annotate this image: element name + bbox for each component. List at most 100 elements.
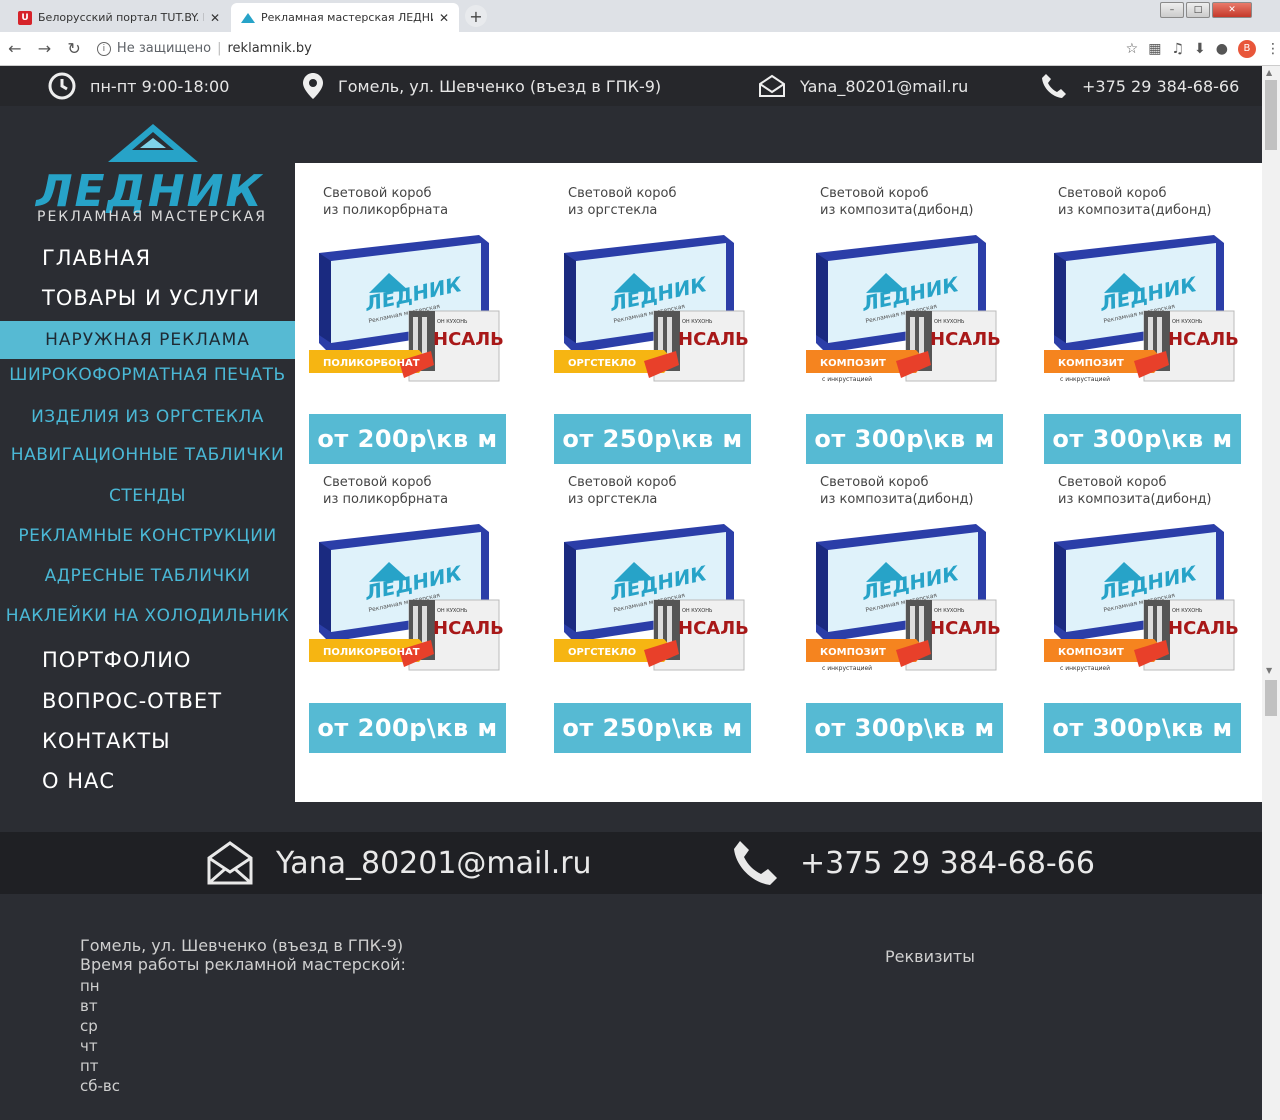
nav-item-11[interactable]: ВОПРОС-ОТВЕТ <box>0 689 295 713</box>
sidebar: ЛЕДНИК РЕКЛАМНАЯ МАСТЕРСКАЯ ГЛАВНАЯ ТОВАР… <box>0 106 295 832</box>
footer-day: пн <box>80 977 100 995</box>
price-button[interactable]: от 300р\кв м <box>806 703 1003 753</box>
nav-item-5[interactable]: НАВИГАЦИОННЫЕ ТАБЛИЧКИ <box>0 445 295 465</box>
requisites-link[interactable]: Реквизиты <box>885 947 975 966</box>
material-note-text: с инкрустацией <box>822 376 872 383</box>
nav-item-3[interactable]: ШИРОКОФОРМАТНАЯ ПЕЧАТЬ <box>0 365 295 385</box>
nav-item-2[interactable]: НАРУЖНАЯ РЕКЛАМА <box>0 321 295 359</box>
sign-big-text: НСАЛЬ <box>1168 618 1239 639</box>
lightbox-product-image: ЛЕДНИК Рекламная мастерская ОН КУХОНЬ НС… <box>309 524 504 671</box>
band-email-text[interactable]: Yana_80201@mail.ru <box>276 846 592 881</box>
material-tag-text: ПОЛИКОРБОНАТ <box>323 647 420 658</box>
material-tag-text: ПОЛИКОРБОНАТ <box>323 358 420 369</box>
footer-day: чт <box>80 1037 98 1055</box>
minimize-button[interactable]: – <box>1160 2 1184 18</box>
price-button[interactable]: от 250р\кв м <box>554 703 751 753</box>
phone-icon <box>1042 74 1066 98</box>
product-card[interactable]: Световой короб из поликорбрната ЛЕДНИК Р… <box>309 474 509 754</box>
footer-day: ср <box>80 1017 98 1035</box>
info-icon[interactable]: i <box>96 41 111 56</box>
price-button[interactable]: от 200р\кв м <box>309 703 506 753</box>
menu-icon[interactable]: ⋮ <box>1266 41 1280 57</box>
page-scrollbar[interactable]: ▲ ▼ <box>1262 66 1280 1120</box>
product-card[interactable]: Световой короб из композита(дибонд) ЛЕДН… <box>806 474 1006 754</box>
scroll-up-icon[interactable]: ▲ <box>1266 68 1272 77</box>
product-card[interactable]: Световой короб из оргстекла ЛЕДНИК Рекла… <box>554 474 754 754</box>
sign-big-text: НСАЛЬ <box>678 329 749 350</box>
material-tag-text: ОРГСТЕКЛО <box>568 358 636 369</box>
scrollbar-thumb-lower[interactable] <box>1265 680 1277 716</box>
adblock-icon[interactable]: ● <box>1216 41 1228 57</box>
browser-tab[interactable]: U Белорусский портал TUT.BY. Но ✕ <box>8 3 230 32</box>
product-card[interactable]: Световой короб из оргстекла ЛЕДНИК Рекла… <box>554 185 754 465</box>
profile-avatar[interactable]: B <box>1237 39 1256 58</box>
bookmark-star-icon[interactable]: ☆ <box>1126 41 1139 57</box>
close-window-button[interactable]: ✕ <box>1212 2 1252 18</box>
footer-day: пт <box>80 1057 99 1075</box>
nav-item-13[interactable]: О НАС <box>0 769 295 793</box>
price-button[interactable]: от 200р\кв м <box>309 414 506 464</box>
nav-item-10[interactable]: ПОРТФОЛИО <box>0 648 295 672</box>
sign-small-text: ОН КУХОНЬ <box>437 319 468 325</box>
band-phone-text[interactable]: +375 29 384-68-66 <box>800 846 1095 881</box>
scroll-down-icon[interactable]: ▼ <box>1266 666 1272 675</box>
product-caption-line: из композита(дибонд) <box>1058 492 1212 507</box>
phone-text[interactable]: +375 29 384-68-66 <box>1082 77 1239 96</box>
apps-icon[interactable]: ▦ <box>1148 41 1161 57</box>
price-button[interactable]: от 300р\кв м <box>806 414 1003 464</box>
maximize-button[interactable]: □ <box>1186 2 1210 18</box>
band-email[interactable]: Yana_80201@mail.ru <box>206 832 592 894</box>
forward-icon[interactable]: → <box>30 39 60 58</box>
footer: Гомель, ул. Шевченко (въезд в ГПК-9) Вре… <box>0 894 1262 1120</box>
close-tab-icon[interactable]: ✕ <box>210 11 220 25</box>
product-card[interactable]: Световой короб из поликорбрната ЛЕДНИК Р… <box>309 185 509 465</box>
nav-item-1[interactable]: ТОВАРЫ И УСЛУГИ <box>0 286 295 310</box>
price-button[interactable]: от 300р\кв м <box>1044 414 1241 464</box>
sign-big-text: НСАЛЬ <box>930 329 1001 350</box>
back-icon[interactable]: ← <box>0 39 30 58</box>
download-icon[interactable]: ⬇ <box>1194 41 1206 57</box>
phone-info[interactable]: +375 29 384-68-66 <box>1040 66 1239 106</box>
nav-item-4[interactable]: ИЗДЕЛИЯ ИЗ ОРГСТЕКЛА <box>0 407 295 427</box>
sign-big-text: НСАЛЬ <box>678 618 749 639</box>
address-bar[interactable]: i Не защищено | reklamnik.by <box>96 41 1046 56</box>
new-tab-button[interactable]: + <box>465 5 487 27</box>
product-caption: Световой короб из оргстекла <box>568 185 768 219</box>
lightbox-product-image: ЛЕДНИК Рекламная мастерская ОН КУХОНЬ НС… <box>1044 235 1239 383</box>
lightbox-product-image: ЛЕДНИК Рекламная мастерская ОН КУХОНЬ НС… <box>554 524 749 671</box>
product-caption-line: из поликорбрната <box>323 492 449 507</box>
price-button[interactable]: от 300р\кв м <box>1044 703 1241 753</box>
product-caption-line: из поликорбрната <box>323 203 449 218</box>
nav-item-9[interactable]: НАКЛЕЙКИ НА ХОЛОДИЛЬНИК <box>0 606 295 626</box>
scrollbar-thumb[interactable] <box>1265 80 1277 150</box>
clock-icon <box>48 72 76 100</box>
product-card[interactable]: Световой короб из композита(дибонд) ЛЕДН… <box>806 185 1006 465</box>
product-card[interactable]: Световой короб из композита(дибонд) ЛЕДН… <box>1044 185 1244 465</box>
browser-tab-active[interactable]: Рекламная мастерская ЛЕДНИК ✕ <box>231 3 459 32</box>
band-phone[interactable]: +375 29 384-68-66 <box>732 832 1095 894</box>
sign-big-text: НСАЛЬ <box>433 618 504 639</box>
nav-item-0[interactable]: ГЛАВНАЯ <box>0 246 295 270</box>
lightbox-product-image: ЛЕДНИК Рекламная мастерская ОН КУХОНЬ НС… <box>1044 524 1239 672</box>
browser-tab-strip: U Белорусский портал TUT.BY. Но ✕ Реклам… <box>0 0 1280 32</box>
product-caption-line: Световой короб <box>568 186 677 201</box>
address-text: Гомель, ул. Шевченко (въезд в ГПК-9) <box>338 76 662 96</box>
url-text[interactable]: reklamnik.by <box>228 41 312 56</box>
nav-item-6[interactable]: СТЕНДЫ <box>0 486 295 506</box>
email-text[interactable]: Yana_80201@mail.ru <box>800 77 968 96</box>
product-caption: Световой короб из поликорбрната <box>323 185 523 219</box>
email-info[interactable]: Yana_80201@mail.ru <box>758 66 968 106</box>
logo-subtitle: РЕКЛАМНАЯ МАСТЕРСКАЯ <box>37 209 267 225</box>
tab-title: Белорусский портал TUT.BY. Но <box>38 11 204 24</box>
nav-item-7[interactable]: РЕКЛАМНЫЕ КОНСТРУКЦИИ <box>0 526 295 546</box>
music-icon[interactable]: ♫ <box>1171 41 1184 57</box>
url-separator: | <box>217 41 222 56</box>
price-button[interactable]: от 250р\кв м <box>554 414 751 464</box>
nav-item-12[interactable]: КОНТАКТЫ <box>0 729 295 753</box>
nav-item-8[interactable]: АДРЕСНЫЕ ТАБЛИЧКИ <box>0 566 295 586</box>
close-tab-icon[interactable]: ✕ <box>439 11 449 25</box>
reload-icon[interactable]: ↻ <box>59 39 89 58</box>
hours-info: пн-пт 9:00-18:00 <box>48 66 229 106</box>
product-card[interactable]: Световой короб из композита(дибонд) ЛЕДН… <box>1044 474 1244 754</box>
hours-text: пн-пт 9:00-18:00 <box>90 76 230 96</box>
